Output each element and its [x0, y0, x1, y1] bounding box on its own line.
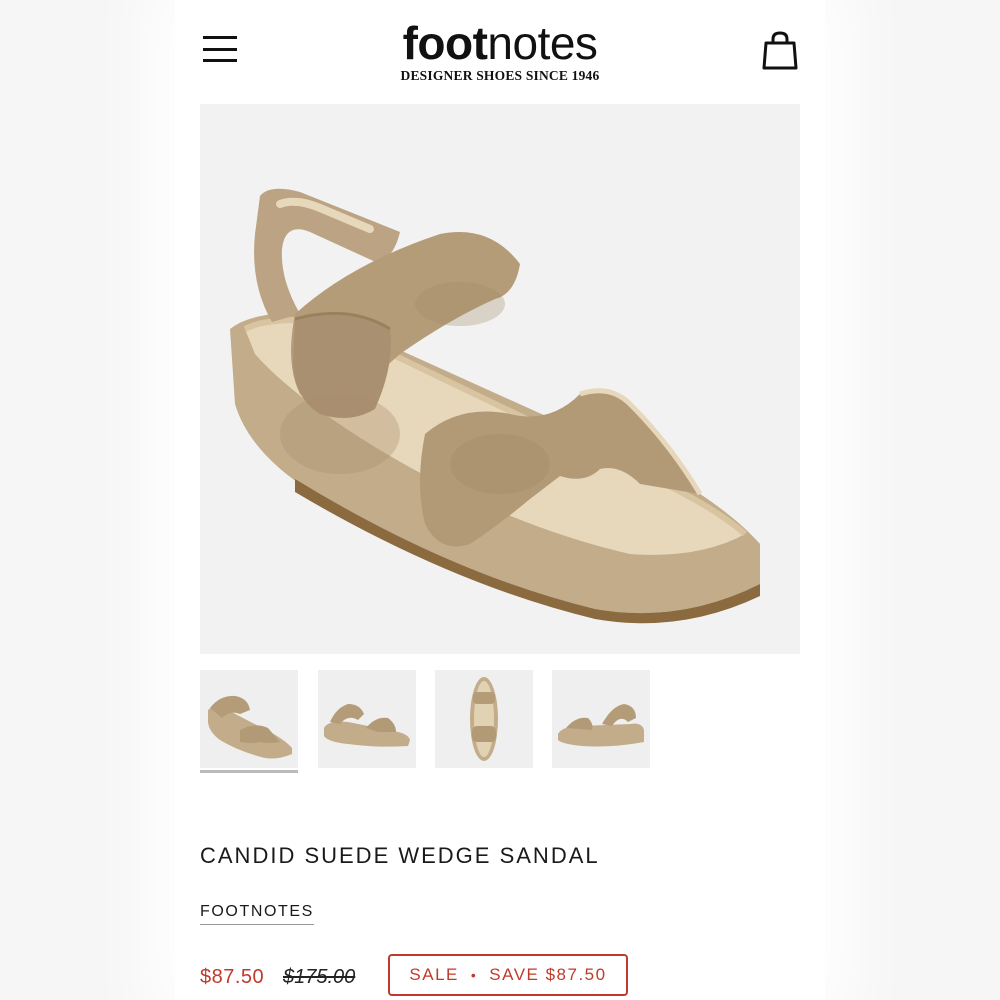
shopping-bag-icon[interactable]	[761, 30, 799, 70]
sale-price: $87.50	[200, 966, 265, 988]
thumb-sandal-top	[470, 677, 498, 761]
site-header: footnotes DESIGNER SHOES SINCE 1946	[175, 0, 825, 100]
logo-bold-text: foot	[402, 17, 488, 69]
thumbnail-3[interactable]	[435, 670, 533, 768]
main-product-image[interactable]	[200, 104, 800, 654]
site-logo[interactable]: footnotes DESIGNER SHOES SINCE 1946	[175, 18, 825, 84]
thumbnail-2[interactable]	[318, 670, 416, 768]
thumb-sandal-angled	[208, 695, 292, 759]
thumb-sandal-side	[324, 704, 410, 747]
page-frame: footnotes DESIGNER SHOES SINCE 1946 CAND…	[175, 0, 825, 1000]
sale-badge-savings: SAVE $87.50	[489, 965, 607, 984]
product-title: CANDID SUEDE WEDGE SANDAL	[200, 843, 600, 868]
brand-link[interactable]: FOOTNOTES	[200, 903, 314, 925]
logo-wordmark: footnotes	[175, 18, 825, 68]
thumbnail-strip	[200, 670, 800, 780]
sale-badge: SALE • SAVE $87.50	[388, 954, 628, 996]
logo-light-text: notes	[487, 17, 598, 69]
logo-tagline: DESIGNER SHOES SINCE 1946	[400, 68, 600, 83]
sale-badge-separator: •	[470, 967, 478, 983]
sale-badge-label: SALE	[409, 965, 459, 984]
sandal-illustration	[230, 188, 760, 624]
thumbnail-4[interactable]	[552, 670, 650, 768]
original-price: $175.00	[283, 966, 356, 988]
thumbnail-1[interactable]	[200, 670, 298, 773]
thumb-sandal-inner	[558, 704, 644, 747]
